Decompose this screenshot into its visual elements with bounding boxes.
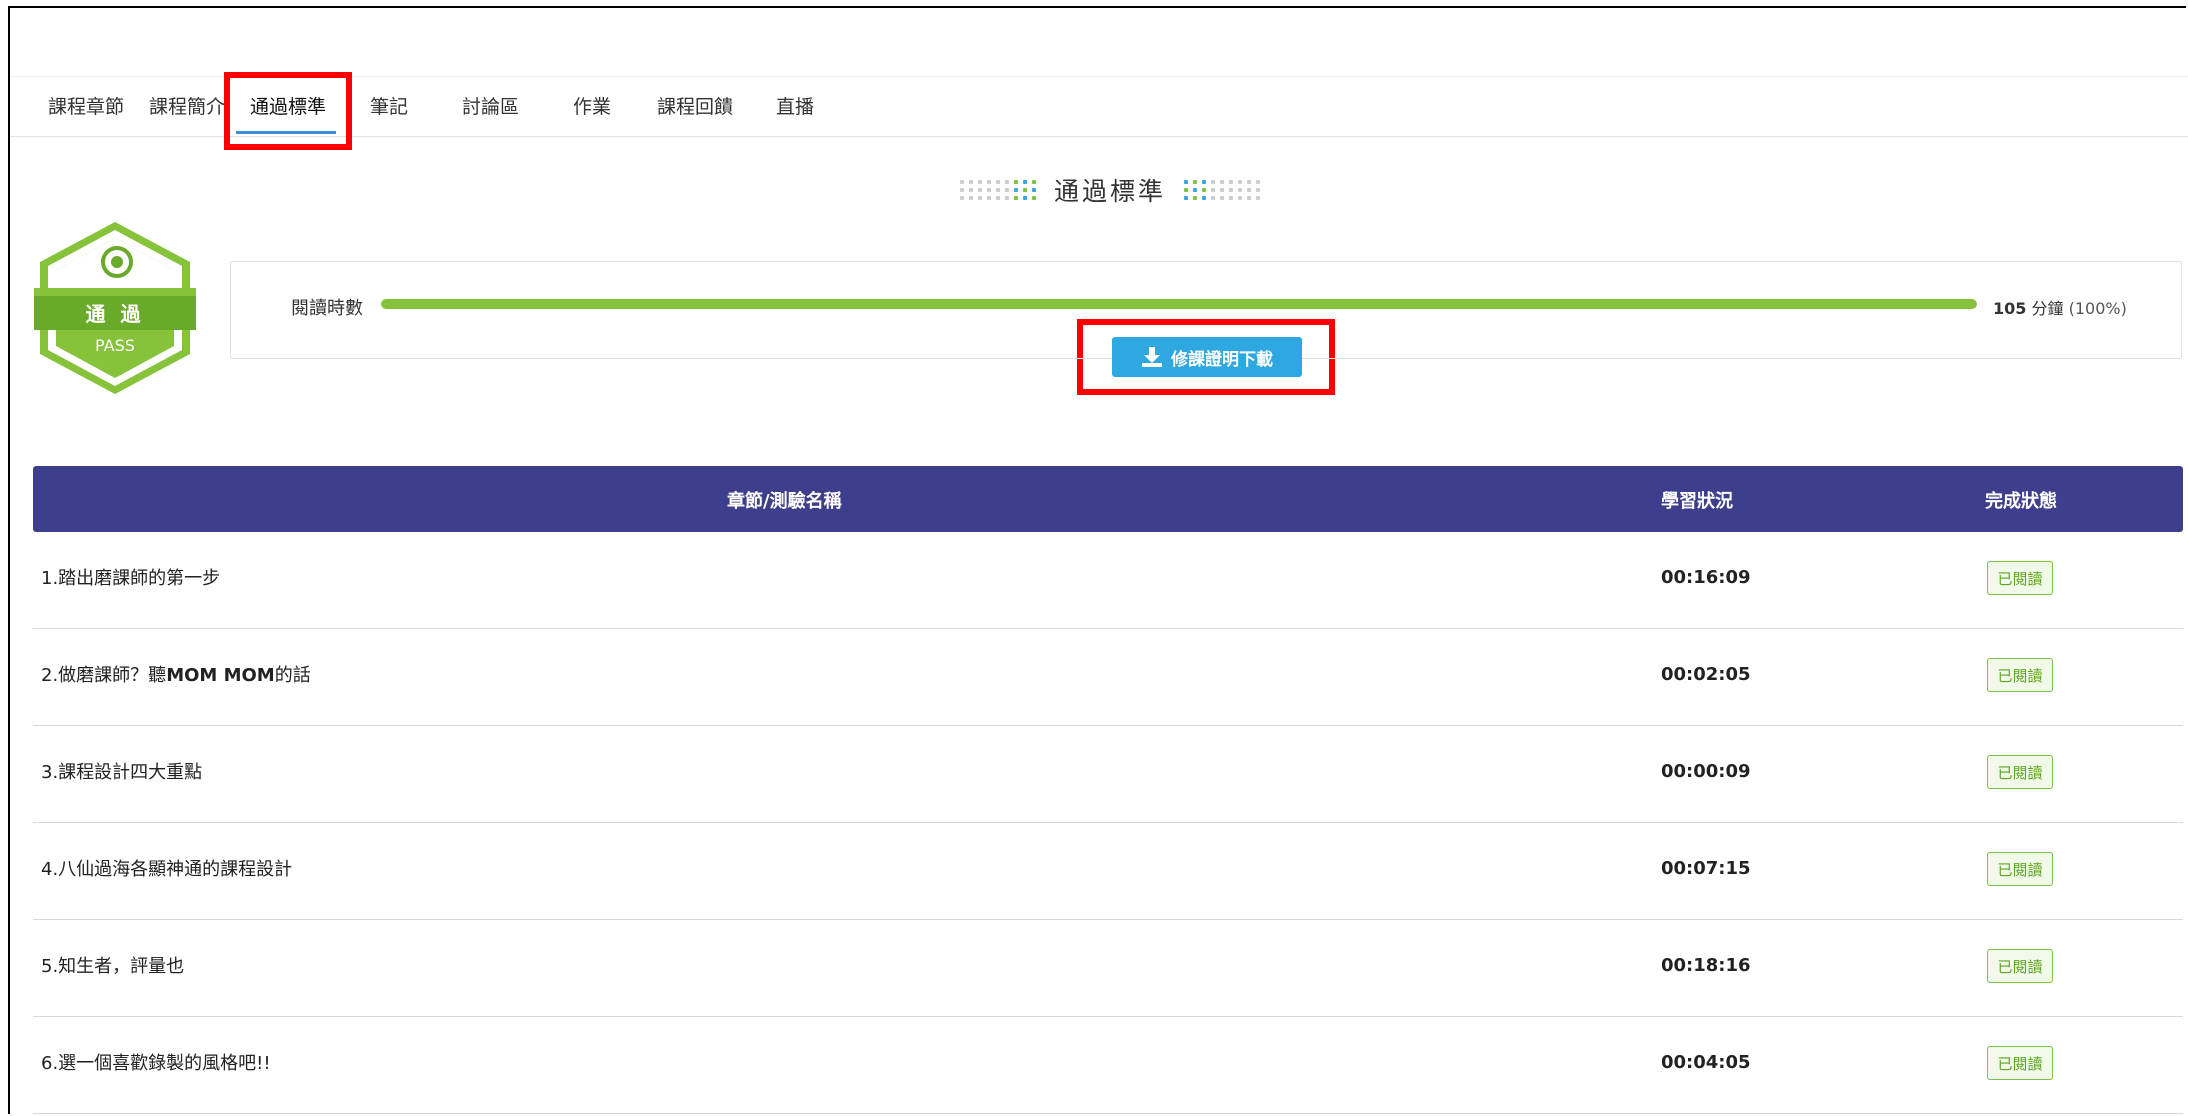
table-row: 4.八仙過海各顯神通的課程設計 00:07:15 已閱讀	[33, 823, 2183, 920]
progress-value: 105 分鐘 (100%)	[1993, 295, 2127, 319]
chapter-name-bold: MOM MOM	[166, 665, 275, 686]
chapter-name[interactable]: 6.選一個喜歡錄製的風格吧!!	[41, 1049, 271, 1075]
chapter-name-text: 5.知生者，評量也	[41, 956, 185, 977]
progress-bar-fill	[381, 299, 1977, 309]
study-time: 00:18:16	[1661, 955, 1751, 976]
study-time: 00:16:09	[1661, 567, 1751, 588]
chapter-name[interactable]: 4.八仙過海各顯神通的課程設計	[41, 855, 292, 881]
progress-minutes: 105	[1993, 299, 2027, 318]
chapter-name[interactable]: 2.做磨課師？聽MOM MOM的話	[41, 661, 311, 687]
table-row: 6.選一個喜歡錄製的風格吧!! 00:04:05 已閱讀	[33, 1017, 2183, 1114]
pass-badge: 通 過 PASS	[30, 218, 200, 398]
table-row: 2.做磨課師？聽MOM MOM的話 00:02:05 已閱讀	[33, 629, 2183, 726]
study-time: 00:00:09	[1661, 761, 1751, 782]
section-title: 通過標準	[1053, 177, 1166, 206]
download-button-label: 修課證明下載	[1171, 349, 1273, 370]
status-badge: 已閱讀	[1987, 949, 2053, 983]
status-badge: 已閱讀	[1987, 1046, 2053, 1080]
study-time: 00:07:15	[1661, 858, 1751, 879]
progress-bar	[381, 299, 1977, 309]
study-time: 00:04:05	[1661, 1052, 1751, 1073]
col-header-progress: 學習狀況	[1661, 491, 1733, 512]
highlight-box-tab	[224, 72, 352, 150]
chapter-name-suffix: 的話	[274, 665, 311, 686]
right-dots-decoration	[1184, 180, 1260, 200]
table-row: 3.課程設計四大重點 00:00:09 已閱讀	[33, 726, 2183, 823]
tab-intro[interactable]: 課程簡介	[149, 92, 225, 122]
chapter-name[interactable]: 3.課程設計四大重點	[41, 758, 202, 784]
chapter-name[interactable]: 1.踏出磨課師的第一步	[41, 564, 220, 590]
tab-live[interactable]: 直播	[776, 92, 814, 122]
certificate-download-button[interactable]: 修課證明下載	[1112, 337, 1302, 377]
chapter-name-text: 3.課程設計四大重點	[41, 762, 203, 783]
badge-sub-label: PASS	[95, 336, 135, 355]
tab-chapters[interactable]: 課程章節	[48, 92, 124, 122]
chapter-name-text: 6.選一個喜歡錄製的風格吧!!	[41, 1053, 271, 1074]
progress-unit: 分鐘	[2031, 299, 2064, 318]
left-dots-decoration	[959, 180, 1036, 200]
chapter-name-text: 1.踏出磨課師的第一步	[41, 568, 221, 589]
tab-discussion[interactable]: 討論區	[462, 92, 519, 122]
progress-label: 閱讀時數	[291, 298, 363, 319]
chapter-name-text: 4.八仙過海各顯神通的課程設計	[41, 859, 293, 880]
top-bar	[10, 8, 2188, 77]
tab-homework[interactable]: 作業	[573, 92, 611, 122]
status-badge: 已閱讀	[1987, 561, 2053, 595]
badge-label: 通 過	[85, 302, 145, 326]
status-badge: 已閱讀	[1987, 755, 2053, 789]
download-icon	[1142, 347, 1162, 367]
progress-percent: (100%)	[2068, 299, 2127, 318]
table-header: 章節/測驗名稱 學習狀況 完成狀態	[33, 466, 2183, 532]
status-badge: 已閱讀	[1987, 658, 2053, 692]
status-badge: 已閱讀	[1987, 852, 2053, 886]
tab-feedback[interactable]: 課程回饋	[657, 92, 733, 122]
col-header-status: 完成狀態	[1985, 491, 2057, 512]
table-row: 5.知生者，評量也 00:18:16 已閱讀	[33, 920, 2183, 1017]
chapter-name[interactable]: 5.知生者，評量也	[41, 952, 184, 978]
chapter-name-text: 2.做磨課師？聽	[41, 665, 167, 686]
tab-notes[interactable]: 筆記	[370, 92, 408, 122]
table-row: 1.踏出磨課師的第一步 00:16:09 已閱讀	[33, 532, 2183, 629]
section-title-wrapper: 通過標準	[940, 172, 1280, 208]
study-time: 00:02:05	[1661, 664, 1751, 685]
col-header-name: 章節/測驗名稱	[727, 491, 842, 512]
